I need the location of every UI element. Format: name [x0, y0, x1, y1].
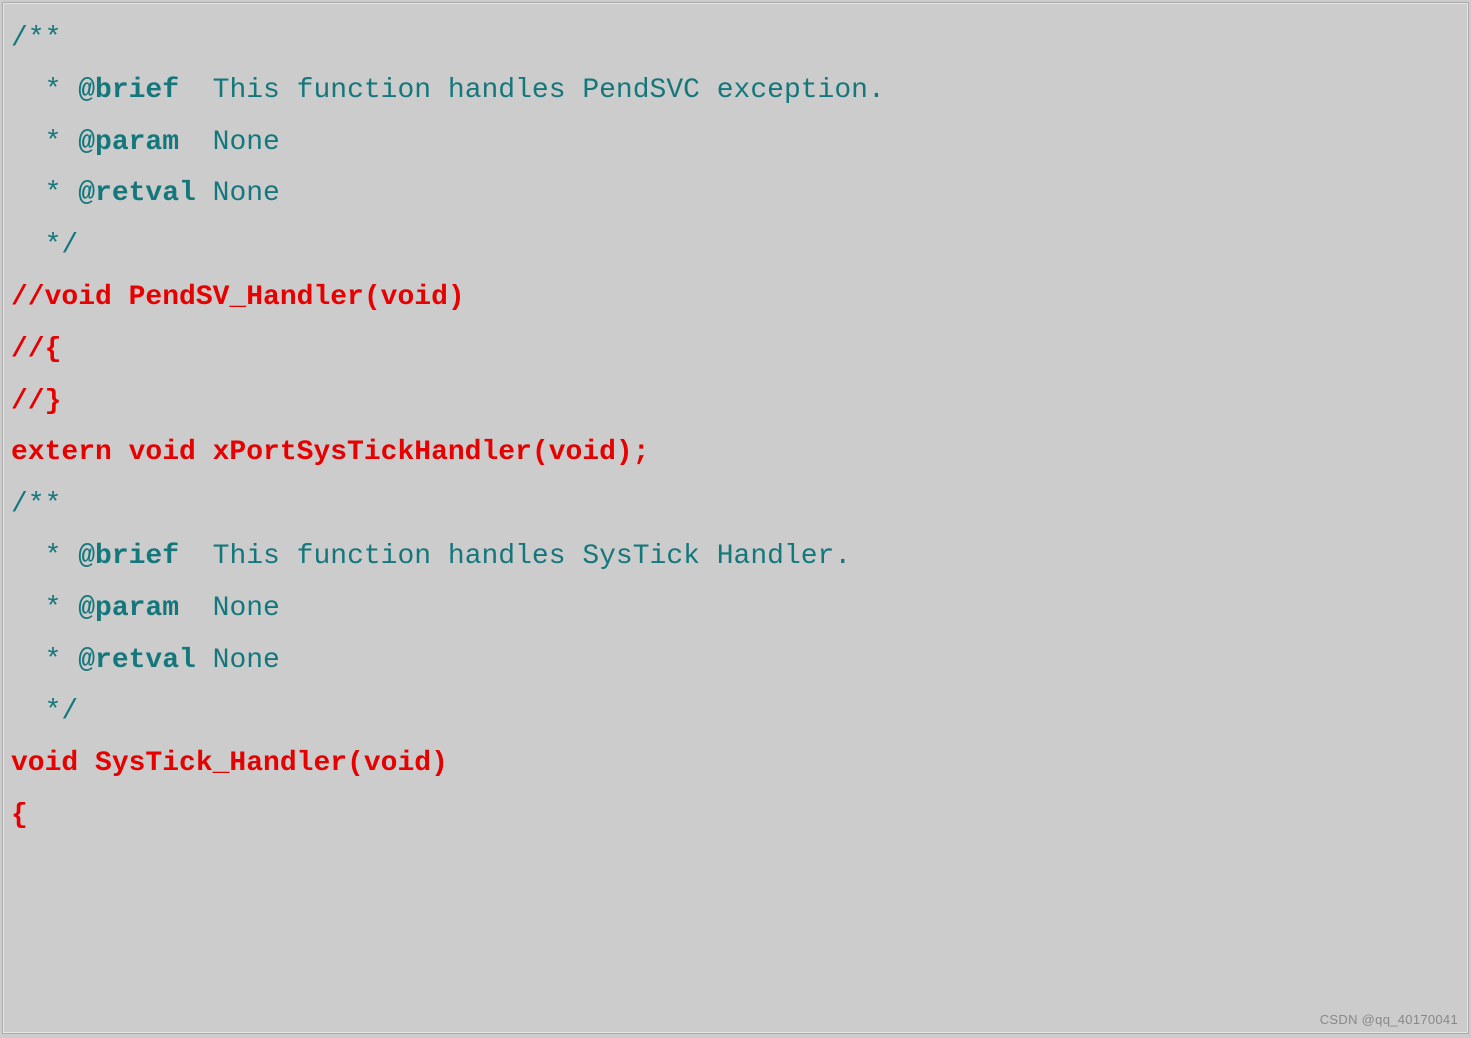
code-line: */ [11, 696, 78, 727]
code-line-prefix: * [11, 541, 78, 572]
code-line-suffix: None [179, 593, 280, 624]
code-line: */ [11, 230, 78, 261]
doxygen-tag: @brief [78, 541, 179, 572]
code-line-prefix: * [11, 127, 78, 158]
code-line-suffix: This function handles SysTick Handler. [179, 541, 851, 572]
code-line-suffix: None [196, 645, 280, 676]
doxygen-tag: @param [78, 593, 179, 624]
doxygen-tag: @retval [78, 645, 196, 676]
code-block: /** * @brief This function handles PendS… [2, 2, 1469, 1034]
code-line: //} [11, 386, 61, 417]
code-pre: /** * @brief This function handles PendS… [3, 3, 1468, 842]
code-line: { [11, 800, 28, 831]
code-line: /** [11, 489, 61, 520]
doxygen-tag: @retval [78, 178, 196, 209]
watermark: CSDN @qq_40170041 [1320, 1012, 1458, 1027]
code-line-suffix: None [179, 127, 280, 158]
code-line-suffix: None [196, 178, 280, 209]
doxygen-tag: @param [78, 127, 179, 158]
code-line: void SysTick_Handler(void) [11, 748, 448, 779]
code-line-prefix: * [11, 593, 78, 624]
code-line-prefix: * [11, 75, 78, 106]
code-line: extern void xPortSysTickHandler(void); [11, 437, 650, 468]
code-line: //void PendSV_Handler(void) [11, 282, 465, 313]
code-line: //{ [11, 334, 61, 365]
code-line: /** [11, 23, 61, 54]
code-line-suffix: This function handles PendSVC exception. [179, 75, 885, 106]
code-line-prefix: * [11, 178, 78, 209]
code-line-prefix: * [11, 645, 78, 676]
doxygen-tag: @brief [78, 75, 179, 106]
